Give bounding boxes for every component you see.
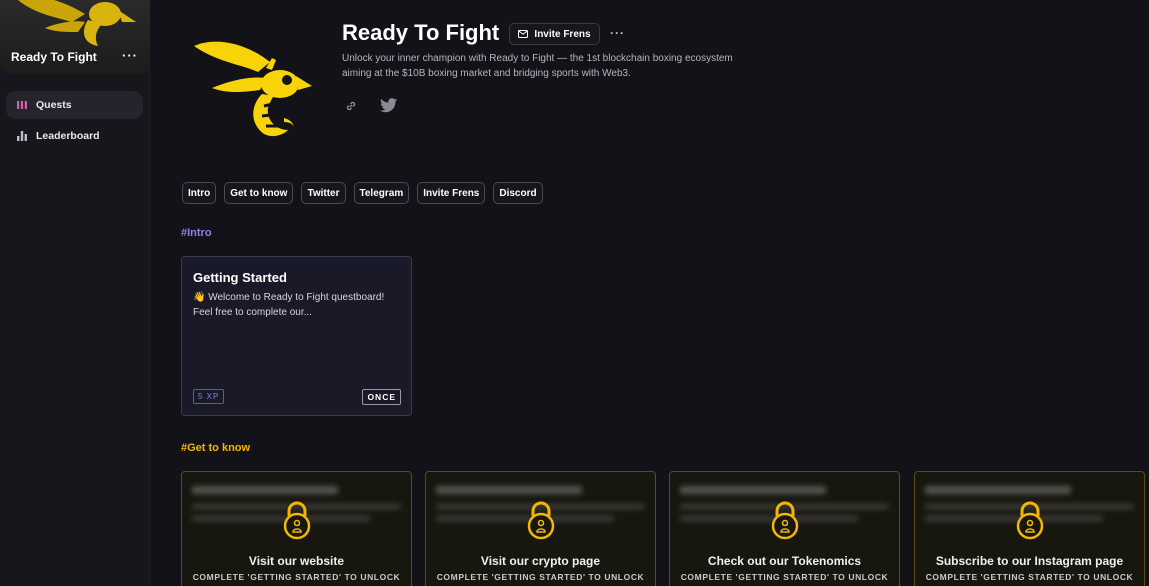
locked-quest-card[interactable]: Subscribe to our Instagram page COMPLETE… (914, 471, 1145, 586)
sidebar-item-label: Leaderboard (36, 130, 100, 142)
tab-intro[interactable]: Intro (182, 182, 217, 204)
link-icon[interactable] (344, 99, 358, 113)
quest-description: 👋 Welcome to Ready to Fight questboard! … (193, 292, 385, 318)
lock-icon (1016, 501, 1044, 540)
locked-quest-title: Visit our website (248, 554, 345, 568)
section-heading-intro: #Intro (181, 227, 212, 239)
quest-title: Getting Started (193, 270, 287, 285)
tab-telegram[interactable]: Telegram (353, 182, 410, 204)
tab-get-to-know[interactable]: Get to know (224, 182, 294, 204)
lock-icon (527, 501, 555, 540)
page-title: Ready To Fight (342, 20, 500, 45)
locked-quest-card[interactable]: Check out our Tokenomics COMPLETE 'GETTI… (669, 471, 900, 586)
locked-quest-title: Subscribe to our Instagram page (935, 554, 1124, 568)
project-banner: Ready To Fight ··· (0, 0, 150, 74)
locked-quest-title: Visit our crypto page (480, 554, 601, 568)
more-options-icon[interactable]: ··· (610, 26, 625, 40)
frequency-badge: ONCE (362, 389, 401, 405)
section-tabs: Intro Get to know Twitter Telegram Invit… (182, 182, 551, 204)
tab-invite-frens[interactable]: Invite Frens (417, 182, 486, 204)
invite-frens-label: Invite Frens (534, 28, 591, 40)
sidebar-nav: Quests Leaderboard (0, 91, 149, 150)
quest-card-getting-started[interactable]: Getting Started 👋 Welcome to Ready to Fi… (181, 256, 412, 416)
leaderboard-icon (17, 131, 27, 141)
sidebar-item-leaderboard[interactable]: Leaderboard (6, 122, 143, 150)
tab-discord[interactable]: Discord (493, 182, 543, 204)
lock-icon (771, 501, 799, 540)
invite-frens-button[interactable]: Invite Frens (509, 23, 600, 45)
unlock-hint: COMPLETE 'GETTING STARTED' TO UNLOCK (192, 572, 401, 582)
unlock-hint: COMPLETE 'GETTING STARTED' TO UNLOCK (925, 572, 1134, 582)
twitter-icon[interactable] (380, 98, 398, 113)
unlock-hint: COMPLETE 'GETTING STARTED' TO UNLOCK (436, 572, 645, 582)
sidebar-item-label: Quests (36, 99, 72, 111)
tab-twitter[interactable]: Twitter (301, 182, 346, 204)
project-description: Unlock your inner champion with Ready to… (342, 53, 733, 79)
quests-icon (17, 101, 27, 109)
locked-quest-card[interactable]: Visit our website COMPLETE 'GETTING STAR… (181, 471, 412, 586)
project-name: Ready To Fight (11, 50, 97, 64)
unlock-hint: COMPLETE 'GETTING STARTED' TO UNLOCK (680, 572, 889, 582)
project-logo (194, 41, 312, 137)
locked-quest-title: Check out our Tokenomics (707, 554, 862, 568)
project-menu-icon[interactable]: ··· (122, 48, 138, 63)
section-heading-get-to-know: #Get to know (181, 442, 251, 454)
locked-quest-card[interactable]: Visit our crypto page COMPLETE 'GETTING … (425, 471, 656, 586)
xp-badge: 5 XP (193, 389, 225, 404)
hornet-logo (18, 0, 136, 46)
lock-icon (283, 501, 311, 540)
sidebar: Ready To Fight ··· Quests Leaderboard (0, 0, 150, 586)
mail-icon (518, 30, 529, 38)
sidebar-item-quests[interactable]: Quests (6, 91, 143, 119)
app-root: Ready To Fight ··· Quests Leaderboard Re… (0, 0, 1149, 586)
main-content: Ready To Fight Invite Frens ··· Unlock y… (150, 0, 1149, 586)
